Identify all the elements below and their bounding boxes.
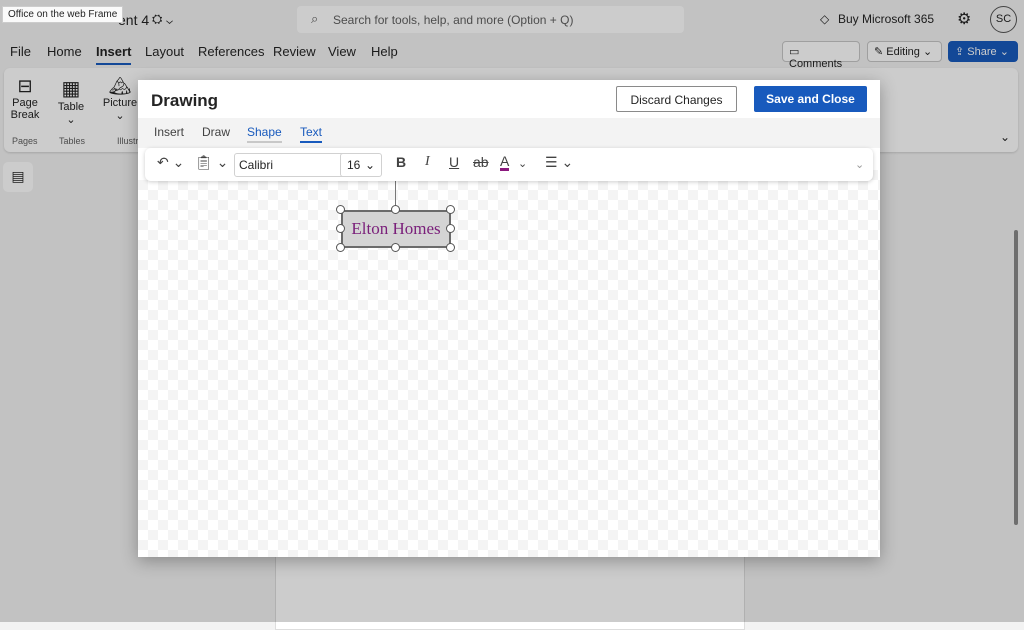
drawing-canvas[interactable]: ⟳ Elton Homes bbox=[138, 166, 880, 557]
font-name-value: Calibri bbox=[239, 158, 274, 172]
align-icon[interactable]: ☰ ⌄ bbox=[545, 154, 573, 171]
resize-handle[interactable] bbox=[336, 205, 345, 214]
font-size-dropdown[interactable]: 16 ⌄ bbox=[340, 153, 382, 177]
text-toolbar: ↶ ⌄ 📋︎ ⌄ Calibri⌄ 16⌄ B I U ab A ⌄ ☰ ⌄ ⌄ bbox=[145, 148, 873, 181]
tab-shape[interactable]: Shape bbox=[247, 125, 282, 143]
clipboard-icon[interactable]: 📋︎ ⌄ bbox=[195, 154, 228, 171]
bold-button[interactable]: B bbox=[396, 154, 406, 170]
tab-draw[interactable]: Draw bbox=[202, 125, 230, 139]
resize-handle[interactable] bbox=[336, 224, 345, 233]
shape-text[interactable]: Elton Homes bbox=[343, 212, 449, 239]
tooltip: Office on the web Frame bbox=[2, 6, 124, 23]
font-color-button[interactable]: A bbox=[500, 154, 510, 171]
toolbar-expand-icon[interactable]: ⌄ bbox=[855, 158, 864, 171]
resize-handle[interactable] bbox=[446, 243, 455, 252]
tab-insert[interactable]: Insert bbox=[154, 125, 184, 139]
font-color-chevron-icon[interactable]: ⌄ bbox=[518, 157, 527, 170]
resize-handle[interactable] bbox=[391, 243, 400, 252]
resize-handle[interactable] bbox=[446, 205, 455, 214]
font-size-value: 16 bbox=[347, 158, 361, 172]
tab-text[interactable]: Text bbox=[300, 125, 323, 143]
dialog-tabs: Insert Draw Shape Text bbox=[138, 118, 880, 148]
undo-icon[interactable]: ↶ ⌄ bbox=[157, 154, 184, 171]
italic-button[interactable]: I bbox=[425, 154, 430, 170]
strikethrough-button[interactable]: ab bbox=[473, 154, 489, 170]
underline-button[interactable]: U bbox=[449, 154, 459, 170]
discard-changes-button[interactable]: Discard Changes bbox=[616, 86, 737, 112]
drawing-dialog: Drawing Discard Changes Save and Close ⟳… bbox=[138, 80, 880, 557]
save-and-close-button[interactable]: Save and Close bbox=[754, 86, 867, 112]
dialog-title: Drawing bbox=[151, 91, 219, 110]
resize-handle[interactable] bbox=[446, 224, 455, 233]
resize-handle[interactable] bbox=[336, 243, 345, 252]
resize-handle[interactable] bbox=[391, 205, 400, 214]
